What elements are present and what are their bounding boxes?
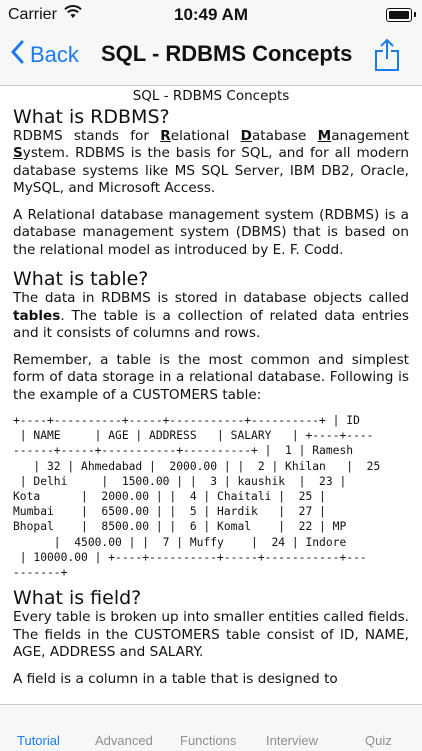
- text: ystem. RDBMS is the basis for SQL, and f…: [13, 145, 409, 196]
- page-title: SQL - RDBMS Concepts: [101, 41, 353, 66]
- back-button[interactable]: Back: [10, 40, 79, 70]
- heading-table: What is table?: [13, 268, 149, 290]
- battery-icon: [386, 8, 416, 22]
- text: RDBMS stands for: [13, 127, 161, 144]
- bold-term: tables: [13, 307, 61, 324]
- paragraph-rdbms-model: A Relational database management system …: [13, 206, 409, 258]
- code-line: Mumbai | 6500.00 | | 5 | Hardik | 27 |: [13, 505, 326, 519]
- emphasis-letter: D: [240, 127, 252, 144]
- heading-rdbms: What is RDBMS?: [13, 105, 170, 128]
- tab-quiz[interactable]: Quiz: [365, 733, 392, 748]
- tab-advanced[interactable]: Advanced: [95, 733, 153, 748]
- tab-bar: Tutorial Advanced Functions Interview Qu…: [0, 704, 422, 751]
- paragraph-field-definition: Every table is broken up into smaller en…: [13, 609, 409, 661]
- code-line: ------+-----+-----------+----------+ | 1…: [13, 444, 354, 458]
- paragraph-table-definition: The data in RDBMS is stored in database …: [13, 290, 409, 343]
- emphasis-letter: M: [317, 127, 332, 144]
- status-bar: Carrier 10:49 AM: [0, 0, 422, 30]
- code-line: Kota | 2000.00 | | 4 | Chaitali | 25 |: [13, 490, 326, 504]
- text: . The table is a collection of related d…: [13, 307, 409, 342]
- code-line: Bhopal | 8500.00 | | 6 | Komal | 22 | MP: [13, 520, 347, 534]
- back-label: Back: [30, 42, 79, 67]
- text: elational: [170, 127, 241, 144]
- emphasis-letter: S: [13, 145, 23, 161]
- emphasis-letter: R: [160, 127, 171, 144]
- text: The data in RDBMS is stored in database …: [13, 290, 409, 306]
- code-line: +----+----------+-----+-----------+-----…: [13, 414, 360, 427]
- back-chevron-icon: [10, 40, 30, 70]
- navigation-bar: Back SQL - RDBMS Concepts: [0, 30, 422, 86]
- tab-interview[interactable]: Interview: [266, 733, 318, 748]
- code-line: | NAME | AGE | ADDRESS | SALARY | +----+…: [13, 429, 374, 443]
- code-line: -------+: [13, 566, 68, 580]
- text: anagement: [331, 127, 410, 144]
- heading-field: What is field?: [13, 587, 142, 610]
- document-title: SQL - RDBMS Concepts: [132, 88, 290, 104]
- text: atabase: [251, 127, 318, 144]
- code-line: | Delhi | 1500.00 | | 3 | kaushik | 23 |: [13, 474, 347, 488]
- paragraph-table-example: Remember, a table is the most common and…: [13, 351, 409, 403]
- tab-tutorial[interactable]: Tutorial: [17, 733, 60, 748]
- code-line: | 32 | Ahmedabad | 2000.00 | | 2 | Khila…: [13, 459, 381, 473]
- content-scroll[interactable]: SQL - RDBMS Concepts What is RDBMS? RDBM…: [0, 86, 422, 704]
- paragraph-rdbms-definition: RDBMS stands for Relational Database Man…: [13, 128, 409, 198]
- share-icon[interactable]: [374, 38, 400, 77]
- status-time: 10:49 AM: [173, 5, 248, 24]
- tab-functions[interactable]: Functions: [180, 733, 236, 748]
- customers-table-code: +----+----------+-----+-----------+-----…: [13, 413, 409, 580]
- paragraph-field-column: A field is a column in a table that is d…: [13, 670, 338, 687]
- code-line: | 10000.00 | +----+----------+-----+----…: [13, 550, 367, 564]
- code-line: | 4500.00 | | 7 | Muffy | 24 | Indore: [13, 535, 347, 549]
